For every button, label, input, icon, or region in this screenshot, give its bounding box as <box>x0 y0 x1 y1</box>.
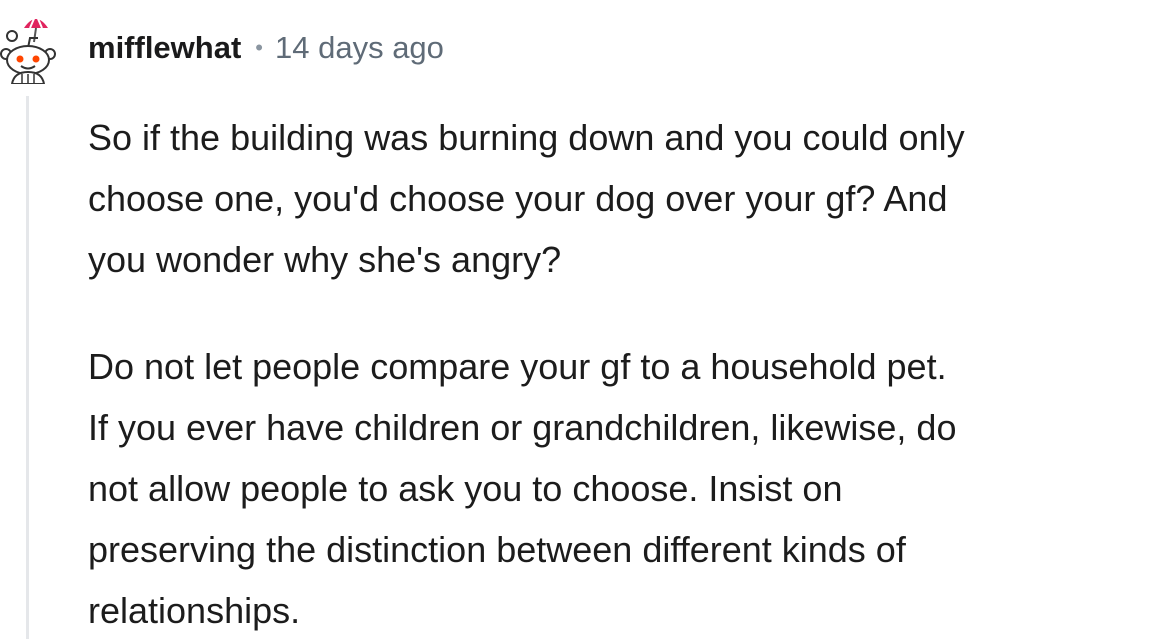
meta-separator: • <box>255 35 263 60</box>
comment-header: mifflewhat • 14 days ago <box>88 28 444 68</box>
comment-line: Do not let people compare your gf to a h… <box>88 346 947 387</box>
avatar[interactable] <box>0 8 60 85</box>
comment-line: relationships. <box>88 590 301 631</box>
reddit-snoo-avatar-icon <box>0 11 56 85</box>
comment-line: not allow people to ask you to choose. I… <box>88 468 843 509</box>
comment-author[interactable]: mifflewhat <box>88 30 241 66</box>
comment-line: So if the building was burning down and … <box>88 117 965 158</box>
comment-body: So if the building was burning down and … <box>88 107 1158 641</box>
comment-line: preserving the distinction between diffe… <box>88 529 906 570</box>
thread-collapse-line[interactable] <box>26 96 29 639</box>
comment-line: you wonder why she's angry? <box>88 239 562 280</box>
comment-line: If you ever have children or grandchildr… <box>88 407 957 448</box>
comment-line: choose one, you'd choose your dog over y… <box>88 178 948 219</box>
comment-timestamp[interactable]: 14 days ago <box>275 30 444 66</box>
